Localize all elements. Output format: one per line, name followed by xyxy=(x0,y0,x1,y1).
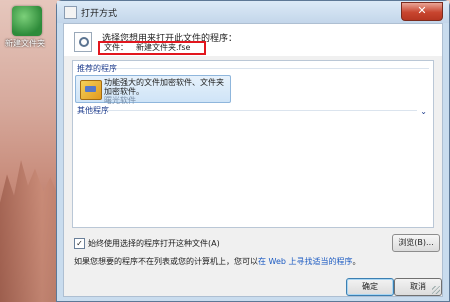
file-name: 新建文件夹.fse xyxy=(136,43,191,52)
always-use-label[interactable]: 始终使用选择的程序打开这种文件(A) xyxy=(88,238,220,249)
encryption-program-icon xyxy=(80,80,102,100)
ok-button[interactable]: 确定 xyxy=(346,278,394,296)
hint-prefix: 如果您想要的程序不在列表或您的计算机上，您可以 xyxy=(74,257,258,266)
chevron-down-icon[interactable]: ⌄ xyxy=(420,107,427,116)
hint-suffix: 。 xyxy=(352,257,361,266)
close-icon: ✕ xyxy=(417,4,427,17)
group-divider xyxy=(107,110,417,111)
program-item[interactable]: 功能强大的文件加密软件、文件夹加密软件。 曙光软件 xyxy=(75,75,231,105)
open-with-dialog: 打开方式 ✕ 选择您想用来打开此文件的程序： 文件： 新建文件夹.fse 推荐的程… xyxy=(56,0,450,302)
file-name-row: 文件： 新建文件夹.fse xyxy=(98,41,206,55)
program-list[interactable]: 推荐的程序 功能强大的文件加密软件、文件夹加密软件。 曙光软件 其他程序 ⌄ xyxy=(72,60,434,228)
hint-text: 如果您想要的程序不在列表或您的计算机上，您可以在 Web 上寻找适当的程序。 xyxy=(74,256,361,267)
resize-grip[interactable] xyxy=(432,286,440,294)
green-app-icon xyxy=(12,6,42,36)
group-divider xyxy=(117,68,429,69)
other-group-header[interactable]: 其他程序 xyxy=(77,105,109,116)
desktop-folder-shortcut[interactable]: 新建文件夹 xyxy=(5,6,48,49)
recommended-group-header[interactable]: 推荐的程序 xyxy=(77,63,117,74)
header-area: 选择您想用来打开此文件的程序： 文件： 新建文件夹.fse xyxy=(64,24,442,56)
browse-button[interactable]: 浏览(B)... xyxy=(392,234,440,252)
close-button[interactable]: ✕ xyxy=(401,2,443,21)
window-icon xyxy=(64,6,77,19)
always-use-checkbox[interactable]: ✓ xyxy=(74,238,85,249)
dialog-content: 选择您想用来打开此文件的程序： 文件： 新建文件夹.fse 推荐的程序 功能强大的… xyxy=(63,23,443,297)
file-search-icon xyxy=(74,32,92,52)
web-search-link[interactable]: 在 Web 上寻找适当的程序 xyxy=(258,257,353,266)
program-description: 功能强大的文件加密软件、文件夹加密软件。 xyxy=(104,78,224,96)
window-title: 打开方式 xyxy=(81,9,118,19)
title-bar[interactable]: 打开方式 ✕ xyxy=(57,1,449,23)
desktop-icon-label: 新建文件夹 xyxy=(5,39,45,48)
file-label: 文件： xyxy=(104,43,128,52)
always-use-row: ✓ 始终使用选择的程序打开这种文件(A) xyxy=(74,238,220,249)
